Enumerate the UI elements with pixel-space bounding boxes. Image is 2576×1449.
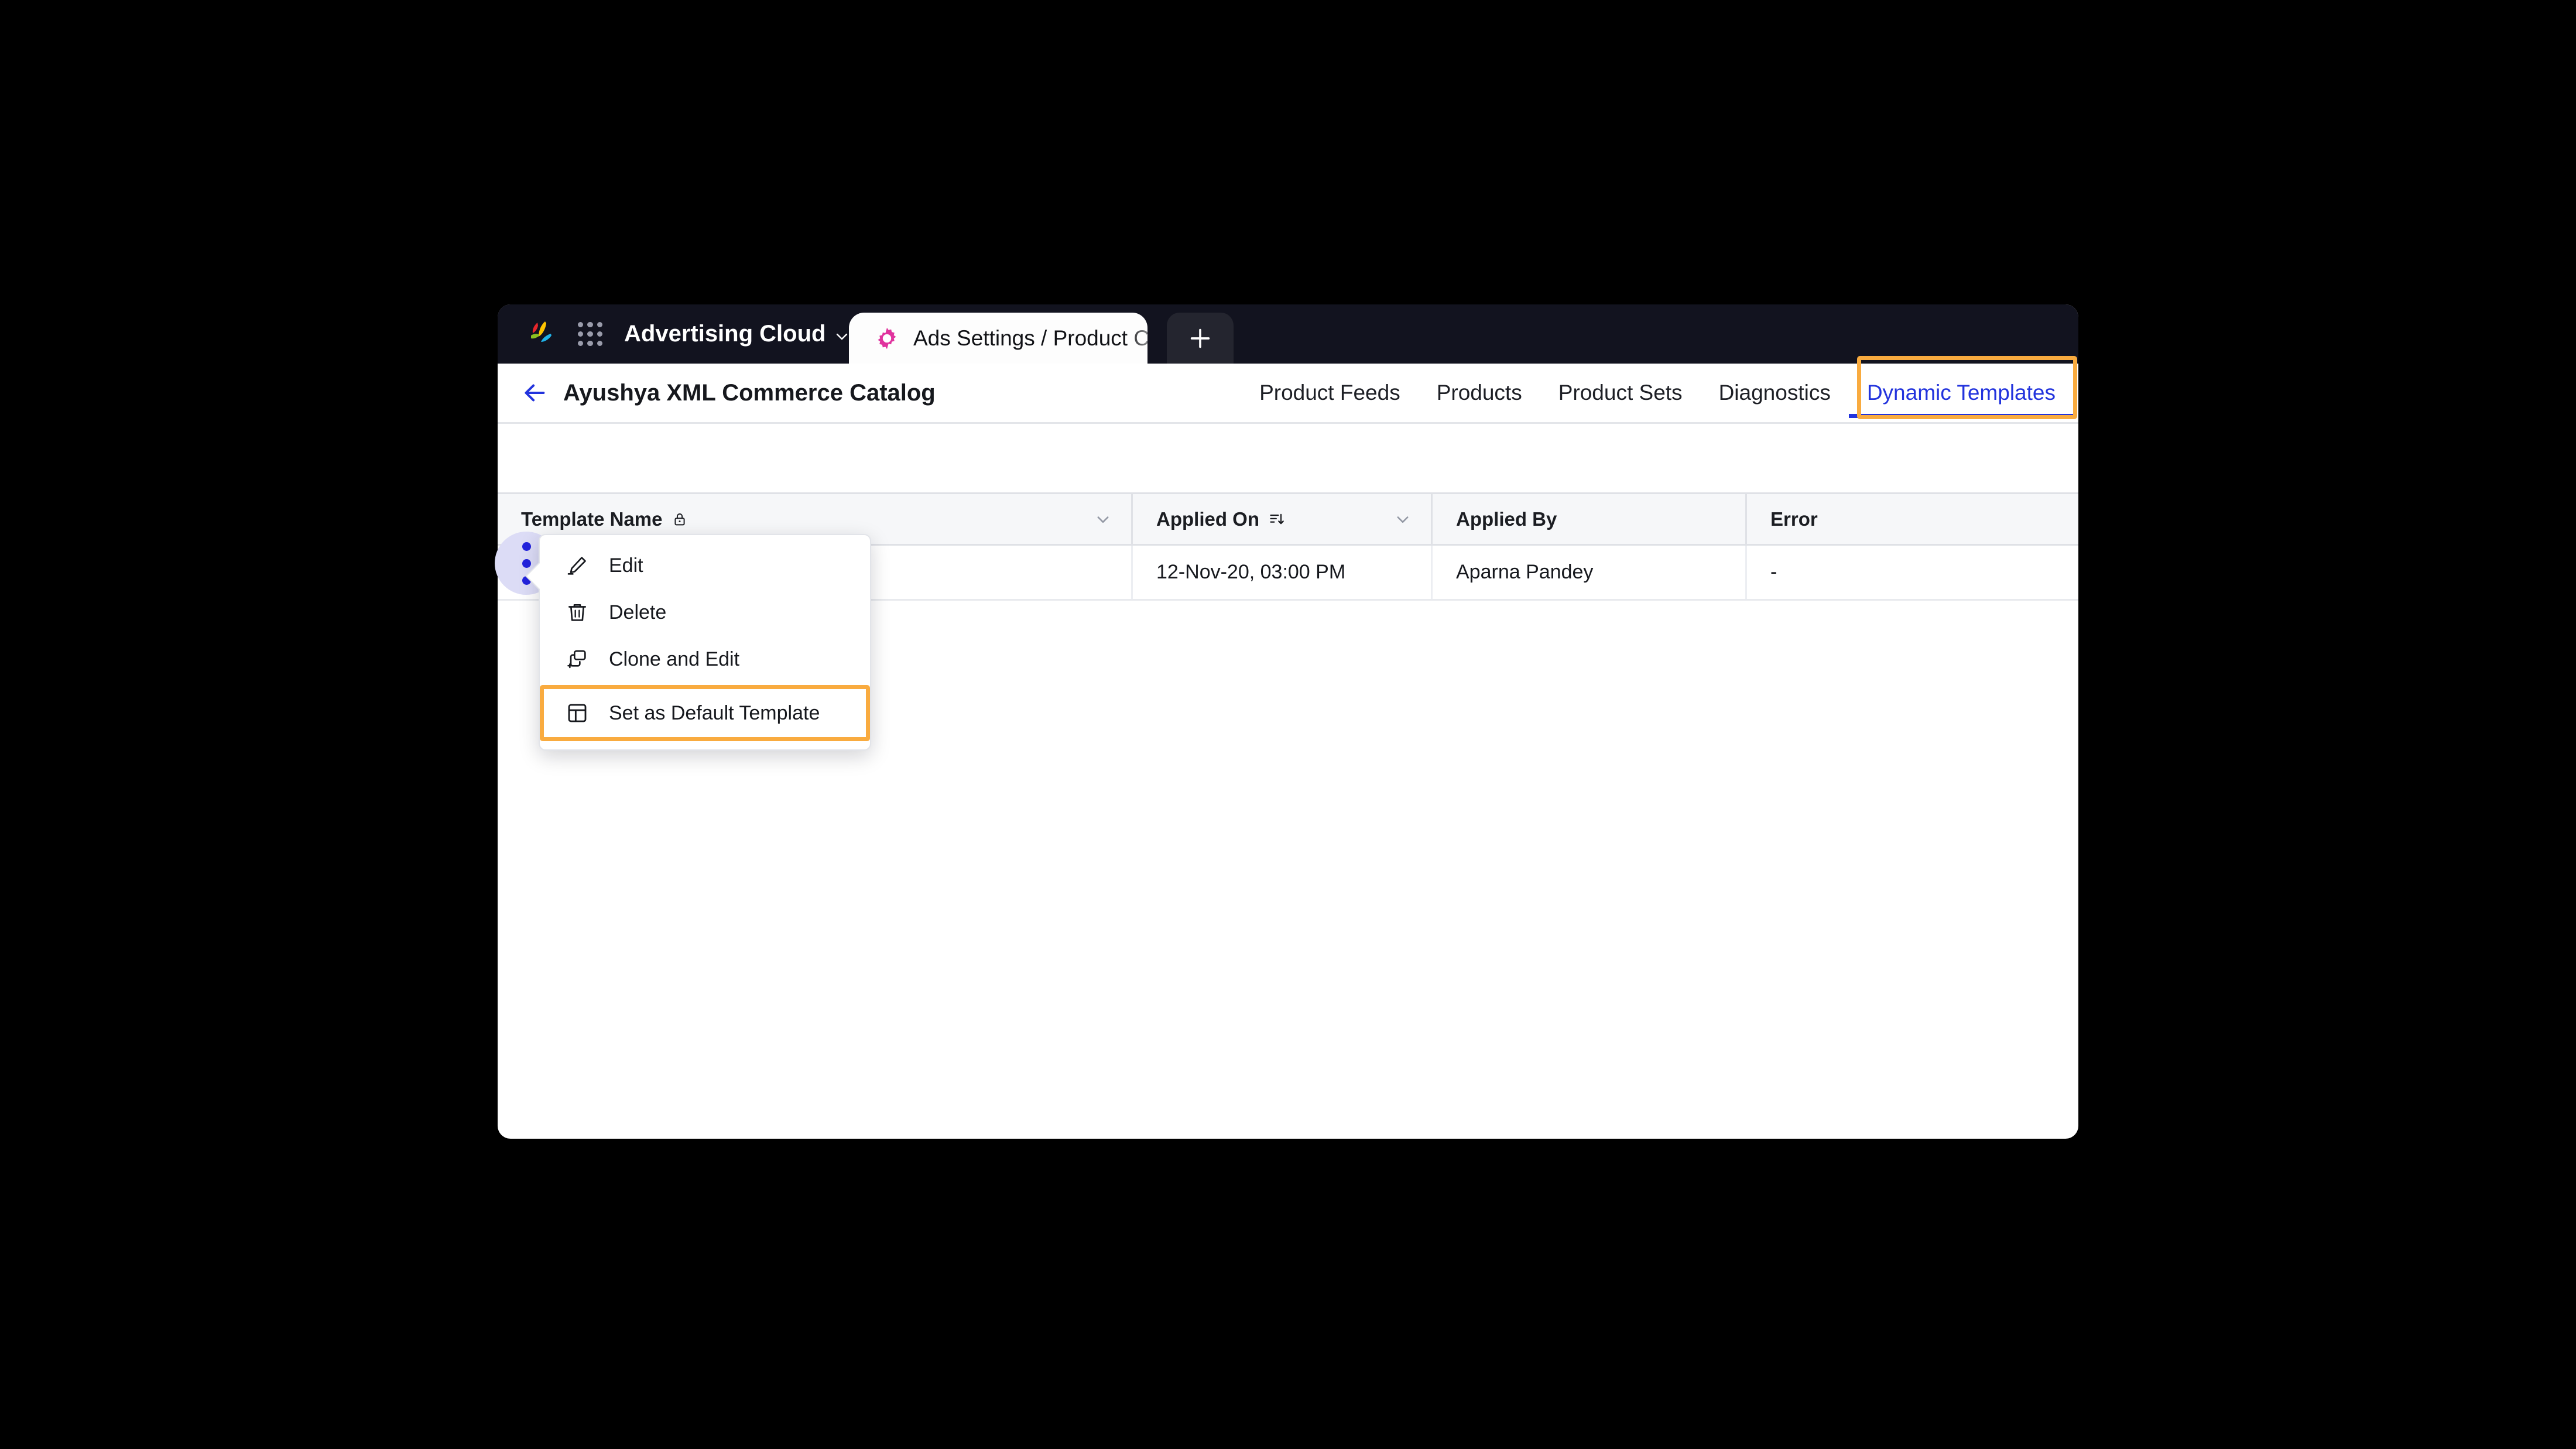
grid-dot [587, 322, 592, 327]
page-nav-bar: Ayushya XML Commerce Catalog Product Fee… [498, 364, 2078, 422]
menu-item-label: Set as Default Template [609, 702, 820, 725]
sort-descending-icon[interactable] [1269, 511, 1285, 527]
grid-dot [587, 331, 592, 337]
cell-error: - [1747, 546, 2078, 599]
tab-diagnostics[interactable]: Diagnostics [1701, 364, 1849, 422]
grid-dot [578, 341, 583, 346]
content-spacer [498, 422, 2078, 492]
menu-item-edit[interactable]: Edit [540, 542, 870, 589]
column-header-error[interactable]: Error [1747, 494, 2078, 544]
menu-item-label: Edit [609, 554, 643, 577]
brand-bar: Advertising Cloud [498, 304, 849, 364]
grid-dot [587, 341, 592, 346]
chevron-down-icon[interactable] [1095, 511, 1111, 527]
browser-tab-title: Ads Settings / Product Cat [913, 326, 1147, 351]
column-label: Template Name [521, 508, 662, 530]
workspace-label: Advertising Cloud [624, 321, 825, 347]
tab-label: Product Sets [1558, 381, 1683, 405]
grid-dot [578, 322, 583, 327]
layout-template-icon [566, 701, 589, 725]
grid-dot [597, 341, 602, 346]
column-label: Applied By [1456, 508, 1557, 530]
lock-icon [672, 511, 688, 527]
column-header-applied-on[interactable]: Applied On [1133, 494, 1433, 544]
column-label: Error [1770, 508, 1818, 530]
section-tabs: Product Feeds Products Product Sets Diag… [1241, 364, 2078, 422]
tab-product-sets[interactable]: Product Sets [1540, 364, 1701, 422]
gear-icon [875, 326, 899, 351]
menu-item-delete[interactable]: Delete [540, 589, 870, 636]
tab-product-feeds[interactable]: Product Feeds [1241, 364, 1419, 422]
menu-item-clone-and-edit[interactable]: Clone and Edit [540, 636, 870, 683]
zeta-petals-logo [526, 319, 556, 350]
app-grid-icon[interactable] [576, 320, 604, 348]
menu-item-label: Clone and Edit [609, 648, 739, 671]
trash-icon [566, 601, 589, 624]
grid-dot [597, 331, 602, 337]
tab-dynamic-templates[interactable]: Dynamic Templates [1849, 364, 2074, 422]
pencil-icon [566, 554, 589, 577]
tab-label: Dynamic Templates [1867, 381, 2056, 405]
grid-dot [578, 331, 583, 337]
menu-item-set-as-default-template[interactable]: Set as Default Template [540, 685, 870, 741]
clone-icon [566, 648, 589, 671]
grid-dot [597, 322, 602, 327]
page-title: Ayushya XML Commerce Catalog [563, 380, 936, 406]
arrow-left-icon[interactable] [521, 379, 548, 406]
column-label: Applied On [1156, 508, 1259, 530]
cell-applied-on: 12-Nov-20, 03:00 PM [1133, 546, 1433, 599]
plus-icon [1187, 325, 1214, 352]
tab-label: Product Feeds [1259, 381, 1400, 405]
kebab-dot [522, 542, 531, 551]
browser-tab-active[interactable]: Ads Settings / Product Cat [849, 313, 1147, 364]
cell-applied-by: Aparna Pandey [1433, 546, 1747, 599]
menu-item-label: Delete [609, 601, 666, 624]
chevron-down-icon[interactable] [1395, 511, 1411, 527]
workspace-switcher[interactable]: Advertising Cloud [624, 321, 849, 347]
column-header-applied-by[interactable]: Applied By [1433, 494, 1747, 544]
tab-label: Products [1437, 381, 1522, 405]
tab-products[interactable]: Products [1419, 364, 1540, 422]
new-tab-button[interactable] [1167, 313, 1234, 364]
row-context-menu: Edit Delete Clone and Edit [539, 534, 871, 751]
browser-chrome: Advertising Cloud Ads Settings / Product… [498, 304, 2078, 364]
chevron-down-icon [835, 330, 849, 344]
back-title-group: Ayushya XML Commerce Catalog [498, 379, 936, 406]
tab-label: Diagnostics [1719, 381, 1831, 405]
